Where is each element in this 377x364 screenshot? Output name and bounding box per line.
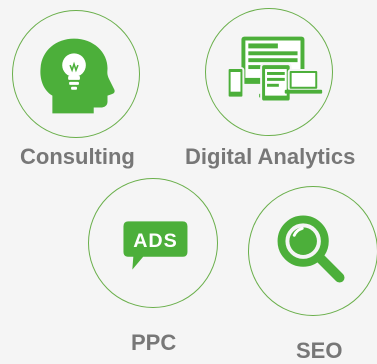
- ads-icon-text: ADS: [133, 230, 178, 252]
- ads-speech-bubble-icon: ADS: [123, 221, 188, 270]
- head-lightbulb-icon: [40, 38, 115, 114]
- digital-analytics-label: Digital Analytics: [185, 144, 356, 169]
- ppc-icon-circle: ADS: [88, 178, 218, 308]
- ppc-label: PPC: [131, 330, 177, 355]
- seo-label: SEO: [296, 338, 343, 363]
- seo-icon-circle: [248, 186, 377, 316]
- consulting-label: Consulting: [20, 144, 135, 169]
- digital-analytics-icon-circle: [205, 8, 333, 136]
- devices-icon: [226, 36, 323, 103]
- consulting-icon-circle: [12, 10, 140, 138]
- magnifying-glass-icon: [277, 215, 345, 283]
